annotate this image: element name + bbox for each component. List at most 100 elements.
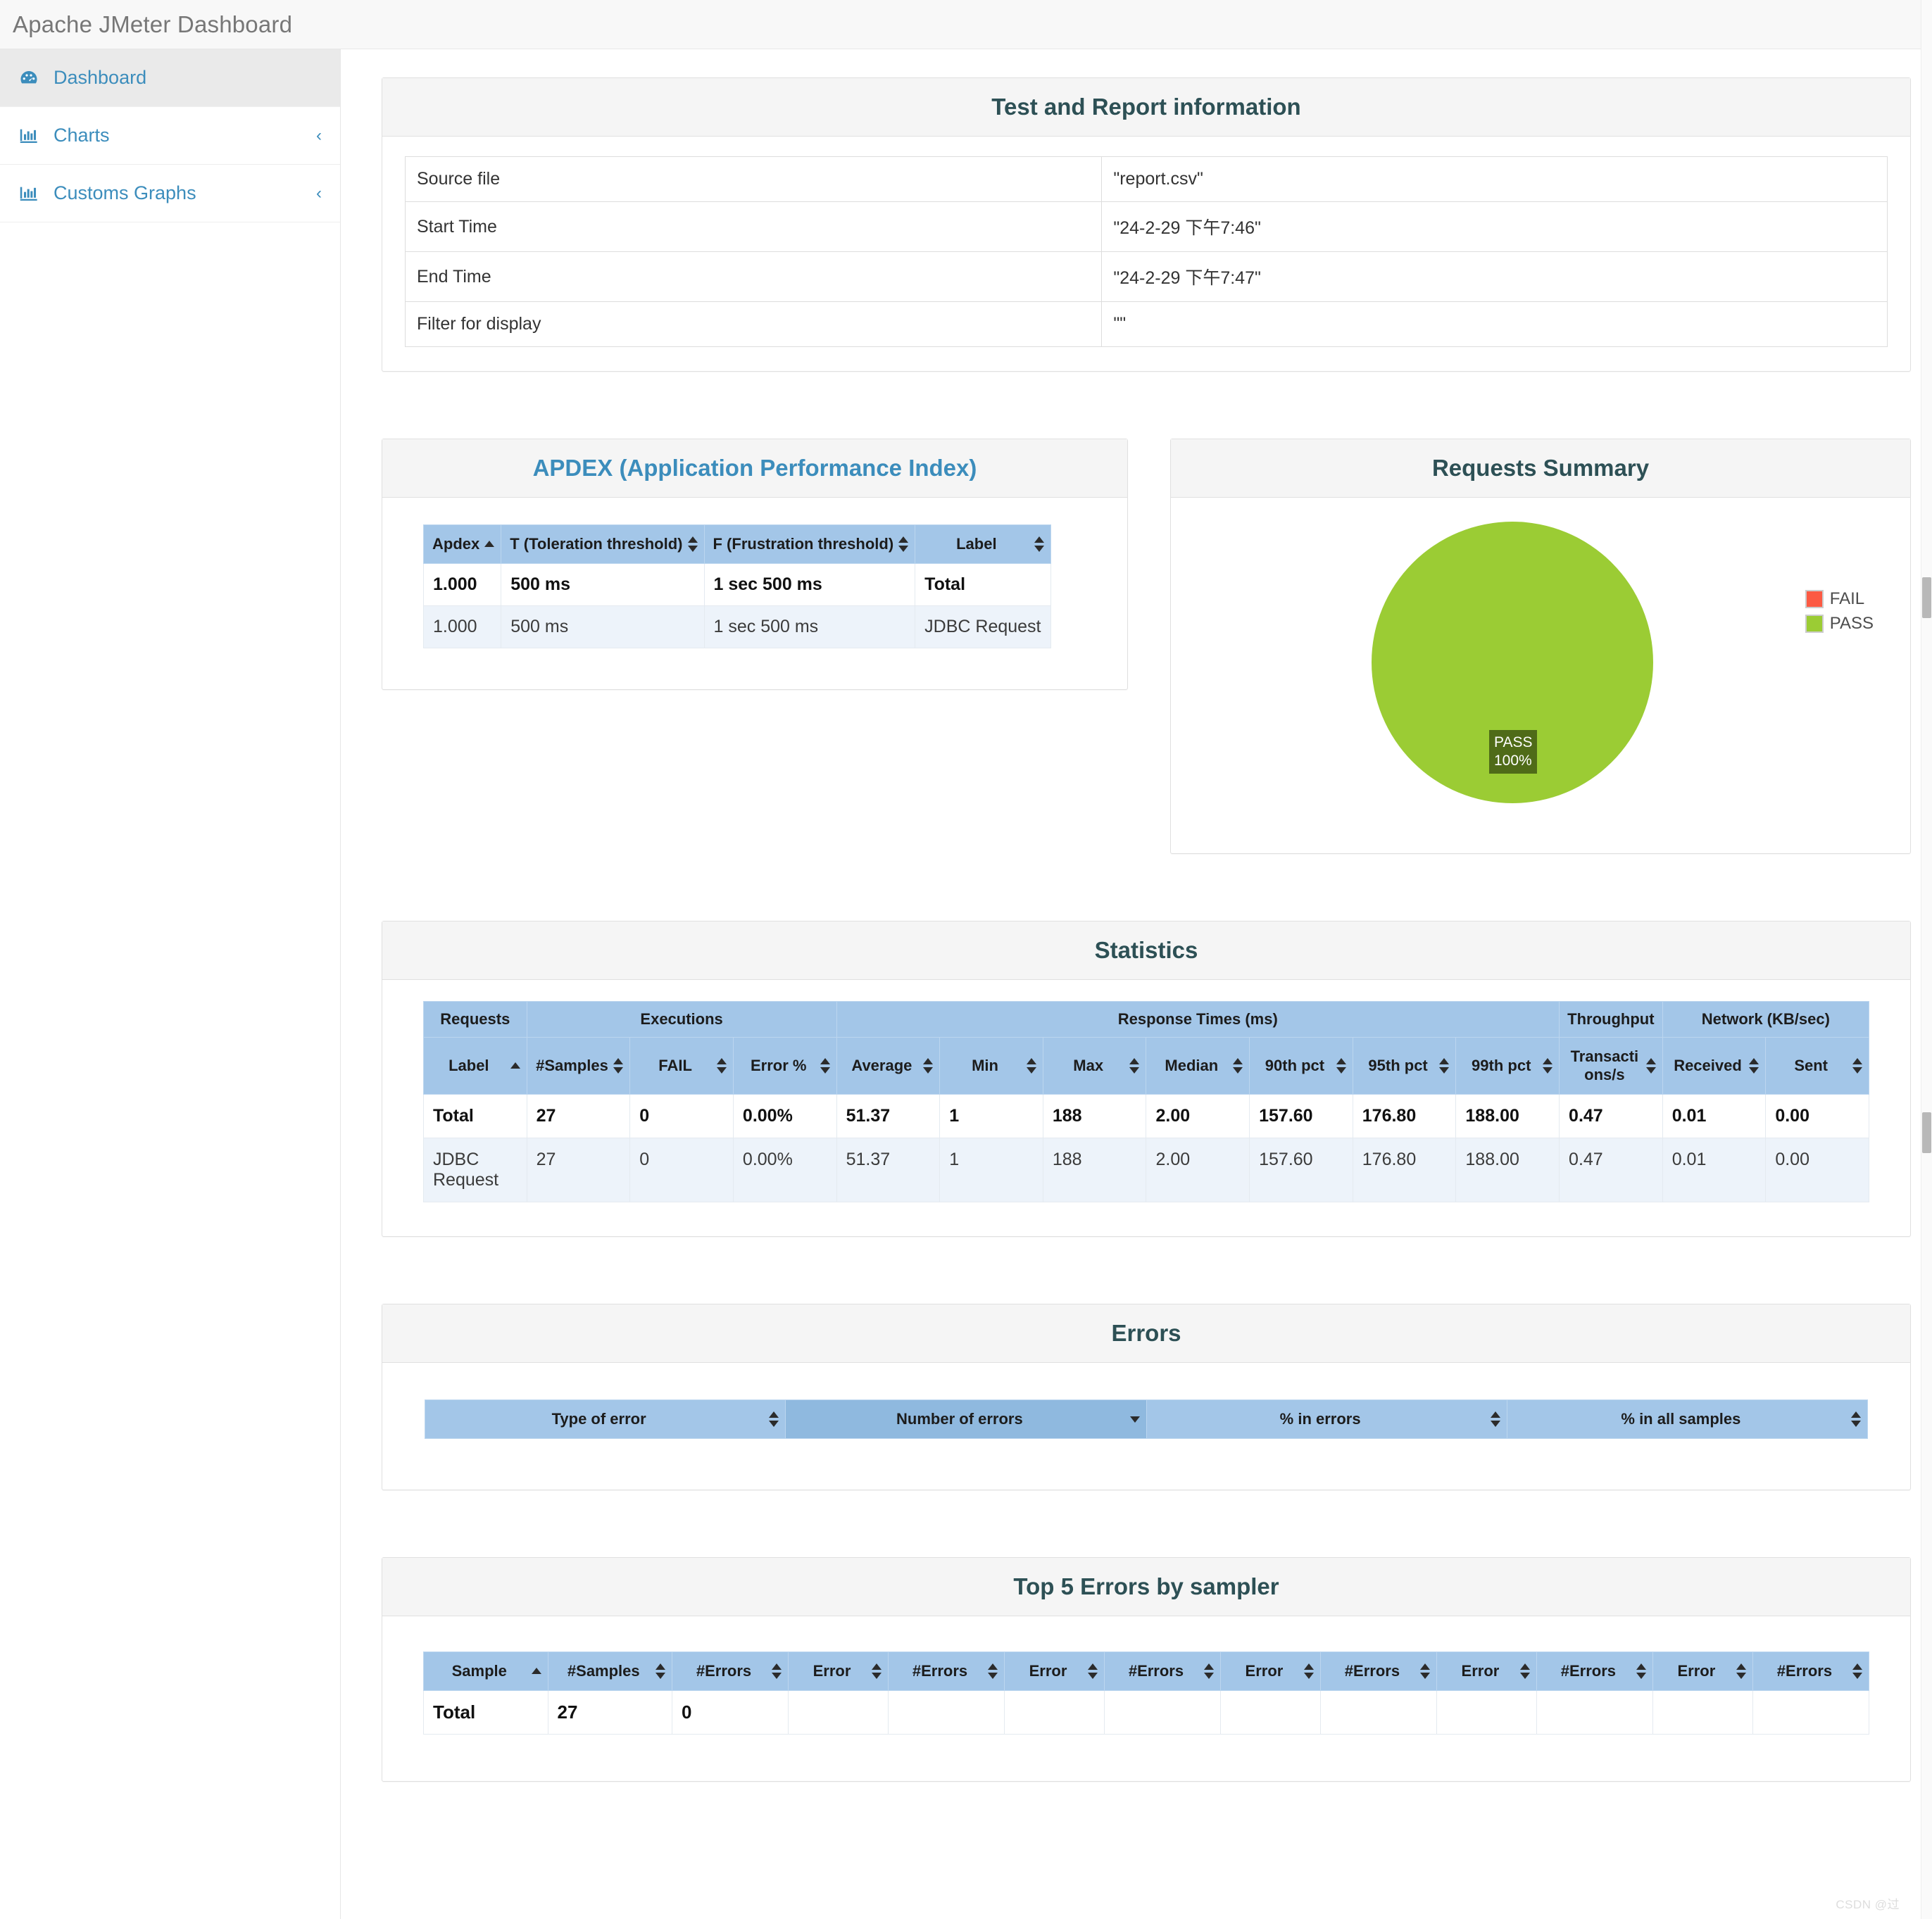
scrollbar-thumb-secondary[interactable] (1922, 1112, 1931, 1153)
col-label: Label (448, 1057, 489, 1074)
sort-icon[interactable] (923, 1057, 933, 1075)
sort-icon[interactable] (1636, 1662, 1646, 1680)
chevron-left-icon[interactable]: ‹ (316, 127, 322, 144)
col-header-error-3[interactable]: Error (1220, 1652, 1320, 1691)
sort-icon[interactable] (769, 1410, 779, 1428)
col-header-average[interactable]: Average (836, 1038, 940, 1095)
col-header-toleration[interactable]: T (Toleration threshold) (501, 525, 704, 564)
sort-icon[interactable] (656, 1662, 665, 1680)
col-label: Median (1165, 1057, 1218, 1074)
col-label: 90th pct (1265, 1057, 1324, 1074)
col-header-max[interactable]: Max (1043, 1038, 1146, 1095)
sort-icon[interactable] (1233, 1057, 1243, 1075)
sort-icon[interactable] (613, 1057, 623, 1075)
col-header-type-of-error[interactable]: Type of error (425, 1400, 786, 1439)
scrollbar-thumb[interactable] (1922, 577, 1931, 618)
sort-descending-icon[interactable] (1130, 1410, 1140, 1428)
col-header-errors-6[interactable]: #Errors (1752, 1652, 1869, 1691)
col-header-errors-2[interactable]: #Errors (889, 1652, 1005, 1691)
cell-toleration: 500 ms (501, 606, 704, 648)
col-header-error-pct[interactable]: Error % (733, 1038, 836, 1095)
sort-icon[interactable] (1852, 1662, 1862, 1680)
col-header-min[interactable]: Min (940, 1038, 1043, 1095)
col-header-error-2[interactable]: Error (1005, 1652, 1105, 1691)
chevron-left-icon[interactable]: ‹ (316, 185, 322, 202)
col-header-samples[interactable]: #Samples (548, 1652, 672, 1691)
col-header-error-5[interactable]: Error (1652, 1652, 1752, 1691)
col-header-errors-5[interactable]: #Errors (1536, 1652, 1652, 1691)
requests-summary-pie-chart[interactable]: PASS 100% FAIL PASS (1171, 498, 1910, 853)
col-header-errors-4[interactable]: #Errors (1320, 1652, 1436, 1691)
legend-item-fail[interactable]: FAIL (1805, 589, 1874, 609)
sidebar-item-dashboard[interactable]: Dashboard (0, 49, 340, 107)
sort-icon[interactable] (1204, 1662, 1214, 1680)
col-header-pct-in-all-samples[interactable]: % in all samples (1507, 1400, 1867, 1439)
col-header-p95[interactable]: 95th pct (1353, 1038, 1456, 1095)
sort-icon[interactable] (717, 1057, 727, 1075)
cell-p95: 176.80 (1353, 1095, 1456, 1138)
col-header-p99[interactable]: 99th pct (1456, 1038, 1560, 1095)
sort-icon[interactable] (1034, 535, 1044, 553)
sort-icon[interactable] (1088, 1662, 1098, 1680)
col-header-median[interactable]: Median (1146, 1038, 1250, 1095)
sort-icon[interactable] (1543, 1057, 1552, 1075)
col-header-errors-3[interactable]: #Errors (1104, 1652, 1220, 1691)
col-header-label[interactable]: Label (424, 1038, 527, 1095)
col-header-apdex[interactable]: Apdex (424, 525, 501, 564)
col-header-errors-1[interactable]: #Errors (672, 1652, 789, 1691)
panel-heading: Errors (382, 1304, 1910, 1363)
col-header-number-of-errors[interactable]: Number of errors (786, 1400, 1146, 1439)
cell-samples: 27 (548, 1691, 672, 1735)
col-label: Type of error (552, 1410, 646, 1428)
statistics-table: Requests Executions Response Times (ms) … (423, 1001, 1869, 1202)
sort-icon[interactable] (820, 1057, 830, 1075)
sort-icon[interactable] (988, 1662, 998, 1680)
sort-icon[interactable] (1520, 1662, 1530, 1680)
col-header-error-1[interactable]: Error (789, 1652, 889, 1691)
col-header-sent[interactable]: Sent (1766, 1038, 1869, 1095)
col-header-received[interactable]: Received (1662, 1038, 1766, 1095)
sort-icon[interactable] (1646, 1057, 1656, 1075)
sort-icon[interactable] (688, 535, 698, 553)
col-header-label[interactable]: Label (915, 525, 1050, 564)
cell-fail: 0 (630, 1138, 734, 1202)
col-label: #Errors (1345, 1662, 1400, 1680)
sort-ascending-icon[interactable] (532, 1662, 541, 1680)
sort-icon[interactable] (1420, 1662, 1430, 1680)
col-header-sample[interactable]: Sample (424, 1652, 548, 1691)
sort-icon[interactable] (872, 1662, 882, 1680)
sort-icon[interactable] (1439, 1057, 1449, 1075)
col-header-error-4[interactable]: Error (1436, 1652, 1536, 1691)
sort-ascending-icon[interactable] (510, 1057, 520, 1075)
sort-icon[interactable] (1336, 1057, 1346, 1075)
vertical-scrollbar[interactable] (1921, 0, 1932, 1919)
sort-icon[interactable] (1736, 1662, 1746, 1680)
sort-icon[interactable] (1304, 1662, 1314, 1680)
sort-icon[interactable] (1852, 1057, 1862, 1075)
sort-icon[interactable] (1027, 1057, 1036, 1075)
cell-errors-6 (1752, 1691, 1869, 1735)
sort-icon[interactable] (1491, 1410, 1500, 1428)
legend-item-pass[interactable]: PASS (1805, 614, 1874, 634)
panel-title: Statistics (392, 937, 1900, 964)
sort-icon[interactable] (772, 1662, 782, 1680)
col-header-transactions[interactable]: Transactions/s (1560, 1038, 1663, 1095)
group-header-response-times: Response Times (ms) (836, 1002, 1559, 1038)
legend-label: PASS (1830, 614, 1874, 634)
col-header-pct-in-errors[interactable]: % in errors (1146, 1400, 1507, 1439)
sort-icon[interactable] (1129, 1057, 1139, 1075)
sort-icon[interactable] (1749, 1057, 1759, 1075)
app-title: Apache JMeter Dashboard (13, 11, 292, 38)
sidebar-item-customs-graphs[interactable]: Customs Graphs ‹ (0, 165, 340, 222)
col-header-fail[interactable]: FAIL (630, 1038, 734, 1095)
col-header-samples[interactable]: #Samples (527, 1038, 630, 1095)
col-label: Error (1246, 1662, 1284, 1680)
sort-ascending-icon[interactable] (484, 535, 494, 553)
col-header-frustration[interactable]: F (Frustration threshold) (704, 525, 915, 564)
sidebar-item-charts[interactable]: Charts ‹ (0, 107, 340, 165)
col-header-p90[interactable]: 90th pct (1250, 1038, 1353, 1095)
cell-label: JDBC Request (915, 606, 1050, 648)
sort-icon[interactable] (898, 535, 908, 553)
app-layout: Dashboard Charts ‹ (0, 49, 1932, 1919)
sort-icon[interactable] (1851, 1410, 1861, 1428)
